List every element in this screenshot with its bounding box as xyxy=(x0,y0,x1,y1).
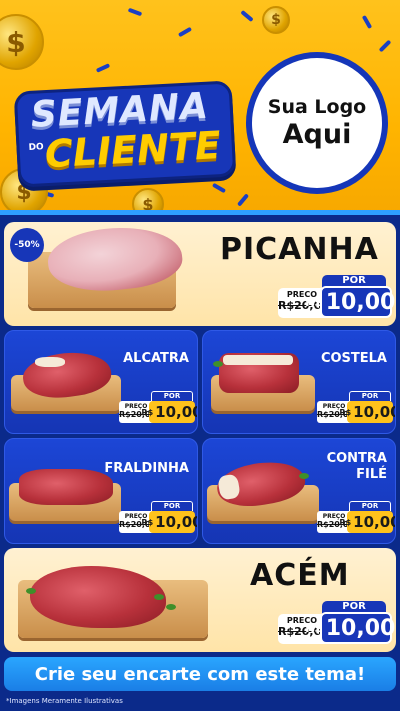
product-card-fraldinha[interactable]: FRALDINHA POR PREÇO R$20,00 R$ 10,00 xyxy=(4,438,198,544)
currency: R$ xyxy=(339,407,352,417)
product-name-line1: CONTRA xyxy=(326,451,387,466)
price-tag: R$ 10,00 xyxy=(141,401,198,423)
coin-icon: $ xyxy=(0,14,44,70)
product-name: ACÉM xyxy=(250,558,350,593)
price-tag: R$ 10,00 KG xyxy=(305,612,395,644)
product-name: COSTELA xyxy=(320,351,387,366)
product-name-line2: FILÉ xyxy=(356,467,387,482)
disclaimer: *Imagens Meramente Ilustrativas xyxy=(6,697,123,705)
por-label: POR xyxy=(151,391,193,401)
herb-garnish xyxy=(154,594,164,600)
header-banner: $ $ $ $ SEMANA DO CLIENTE Sua Logo Aqui xyxy=(0,0,400,214)
confetti xyxy=(95,63,111,73)
confetti xyxy=(240,9,254,23)
confetti xyxy=(177,26,193,38)
title-line2: CLIENTE xyxy=(43,123,222,177)
price-value: 10,00 xyxy=(155,403,198,421)
confetti xyxy=(127,7,143,17)
por-label: POR xyxy=(349,501,391,511)
product-name: PICANHA xyxy=(220,232,379,267)
confetti xyxy=(378,39,392,53)
flyer: $ $ $ $ SEMANA DO CLIENTE Sua Logo Aqui … xyxy=(0,0,400,711)
price-value: 10,00 xyxy=(325,615,396,641)
confetti xyxy=(211,182,227,194)
currency: R$ xyxy=(305,621,323,635)
currency: R$ xyxy=(141,407,154,417)
fat-marbling xyxy=(35,357,65,367)
product-card-costela[interactable]: COSTELA POR PREÇO R$20,00 R$ 10,00 xyxy=(202,330,396,434)
title-connector: DO xyxy=(28,142,44,154)
product-name: FRALDINHA xyxy=(104,461,189,476)
price-tag: R$ 10,00 xyxy=(339,511,396,533)
create-flyer-button[interactable]: Crie seu encarte com este tema! xyxy=(4,657,396,691)
coin-icon: $ xyxy=(262,6,290,34)
logo-placeholder[interactable]: Sua Logo Aqui xyxy=(246,52,388,194)
herb-garnish xyxy=(166,604,176,610)
por-label: POR xyxy=(349,391,391,401)
currency: R$ xyxy=(339,517,352,527)
herb-garnish xyxy=(26,588,36,594)
currency: R$ xyxy=(305,295,323,309)
por-label: POR xyxy=(151,501,193,511)
price-value: 10,00 xyxy=(155,513,198,531)
herb-garnish xyxy=(299,473,309,479)
discount-badge: -50% xyxy=(10,228,44,262)
price-value: 10,00 xyxy=(353,513,396,531)
product-name: CONTRA FILÉ xyxy=(327,451,387,483)
product-name: ALCATRA xyxy=(123,351,189,366)
product-card-picanha[interactable]: -50% PICANHA POR PREÇO R$20,00 R$ 10,00 … xyxy=(4,222,396,326)
price-value: 10,00 xyxy=(353,403,396,421)
herb-garnish xyxy=(213,361,223,367)
logo-text-line2: Aqui xyxy=(282,119,352,150)
meat-image xyxy=(19,469,113,505)
logo-text-line1: Sua Logo xyxy=(267,96,367,118)
price-value: 10,00 xyxy=(325,289,396,315)
product-card-contra-file[interactable]: CONTRA FILÉ POR PREÇO R$20,00 R$ 10,00 xyxy=(202,438,396,544)
currency: R$ xyxy=(141,517,154,527)
price-tag: R$ 10,00 KG xyxy=(305,286,395,318)
confetti xyxy=(236,193,250,207)
price-tag: R$ 10,00 xyxy=(141,511,198,533)
campaign-title: SEMANA DO CLIENTE xyxy=(13,80,237,188)
product-card-acem[interactable]: ACÉM POR PREÇO R$20,00 R$ 10,00 KG xyxy=(4,548,396,652)
meat-image xyxy=(30,566,166,628)
fat-marbling xyxy=(223,355,293,365)
price-tag: R$ 10,00 xyxy=(339,401,396,423)
header-divider xyxy=(0,210,400,215)
product-card-alcatra[interactable]: ALCATRA POR PREÇO R$20,00 R$ 10,00 xyxy=(4,330,198,434)
confetti xyxy=(361,14,373,30)
